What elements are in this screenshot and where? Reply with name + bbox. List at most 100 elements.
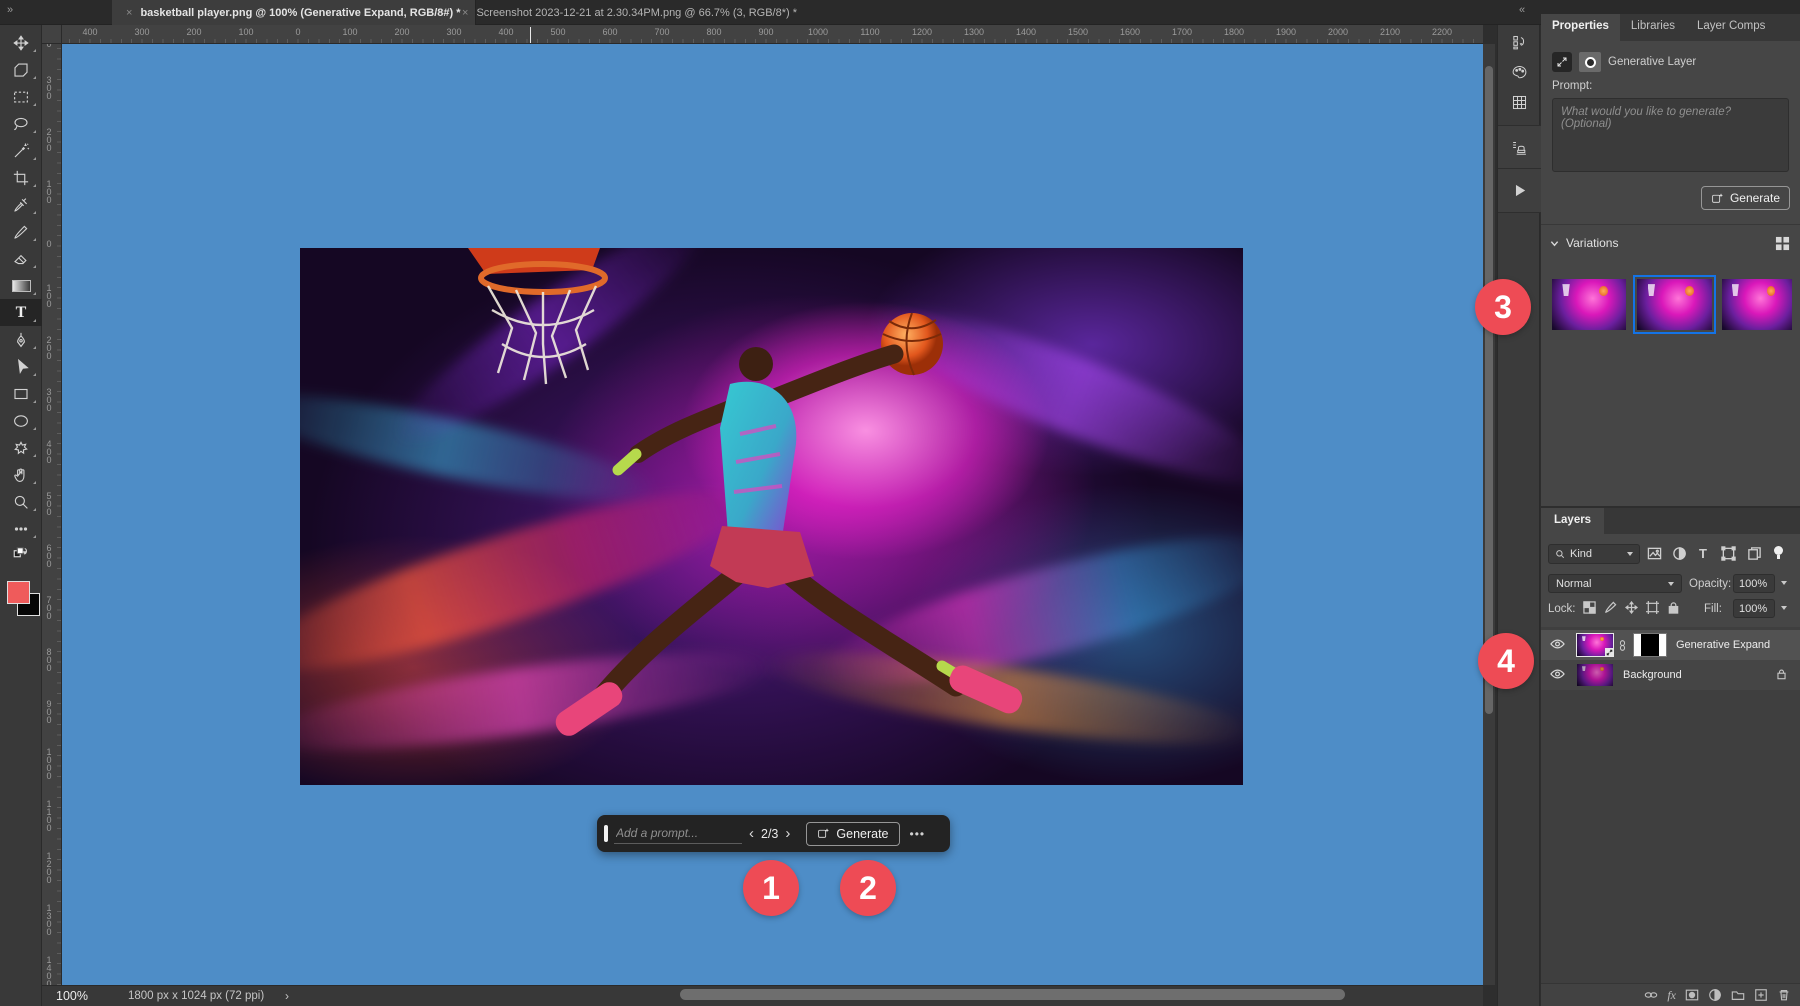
horizontal-scrollbar-thumb[interactable] [680,989,1345,1000]
layer-name[interactable]: Background [1623,669,1682,681]
marquee-select-tool[interactable] [0,83,42,110]
layer-row-background[interactable]: Background [1541,660,1800,690]
fill-label: Fill: [1704,603,1722,615]
opacity-chevron-icon[interactable] [1781,581,1787,585]
new-group-icon[interactable] [1731,988,1745,1002]
next-variation-icon[interactable]: › [778,825,797,842]
document-tab-bar: » × basketball player.png @ 100% (Genera… [0,0,1800,25]
tab-properties[interactable]: Properties [1541,14,1620,41]
new-layer-icon[interactable] [1754,988,1768,1002]
lasso-tool[interactable] [0,110,42,137]
pen-tool[interactable] [0,326,42,353]
ruler-label: 600 [584,25,636,37]
status-expand-icon[interactable]: › [285,989,289,1003]
ruler-label: 300 [42,373,56,425]
ruler-vertical: 4003002001000100200300400500600700800900… [42,44,62,985]
layer-row-generative-expand[interactable]: Generative Expand [1541,630,1800,660]
prompt-textarea[interactable] [1552,98,1789,172]
generate-button-properties[interactable]: Generate [1701,186,1790,210]
type-tool[interactable]: T [0,299,42,326]
layer-thumbnail[interactable] [1577,634,1613,656]
filter-smart-objects-icon[interactable] [1747,546,1762,564]
tab-layers[interactable]: Layers [1541,508,1604,534]
patterns-panel-icon[interactable] [1498,87,1541,117]
document-image[interactable] [300,248,1243,785]
variation-thumbnail-2-selected[interactable] [1637,279,1712,330]
move-tool[interactable] [0,29,42,56]
foreground-color-swatch[interactable] [7,581,30,604]
eyedropper-tool[interactable] [0,191,42,218]
layer-lock-icon [1776,668,1787,683]
prompt-input[interactable] [614,824,742,844]
lock-pixels-icon[interactable] [1604,601,1617,617]
layer-effects-icon[interactable]: fx [1667,988,1676,1003]
previous-variation-icon[interactable]: ‹ [742,825,761,842]
filter-shape-layers-icon[interactable] [1721,546,1736,564]
add-layer-mask-icon[interactable] [1685,988,1699,1002]
close-tab-icon[interactable]: × [126,7,132,19]
crop-tool[interactable] [0,164,42,191]
filter-toggle-icon[interactable] [1774,546,1783,558]
fill-field[interactable]: 100% [1733,599,1775,618]
filter-adjustment-layers-icon[interactable] [1672,546,1687,564]
lock-artboard-icon[interactable] [1646,601,1659,617]
actions-panel-icon[interactable] [1498,169,1541,213]
zoom-tool[interactable] [0,488,42,515]
variations-section-header[interactable]: Variations [1550,236,1618,250]
clone-source-panel-icon[interactable] [1498,125,1541,169]
blend-mode-select[interactable]: Normal [1548,574,1682,593]
document-tab-screenshot[interactable]: × Screenshot 2023-12-21 at 2.30.34PM.png… [448,0,811,25]
layer-thumbnail[interactable] [1577,664,1613,686]
fill-chevron-icon[interactable] [1781,606,1787,610]
variations-grid-view-icon[interactable] [1775,236,1790,254]
ruler-label: 200 [42,113,56,165]
color-panel-icon[interactable] [1498,57,1541,87]
document-tab-basketball[interactable]: × basketball player.png @ 100% (Generati… [112,0,476,25]
opacity-field[interactable]: 100% [1733,574,1775,593]
collapse-right-panels-icon[interactable]: « [1519,4,1525,16]
eraser-tool[interactable] [0,245,42,272]
brush-tool[interactable] [0,218,42,245]
lock-transparency-icon[interactable] [1583,601,1596,617]
lock-all-icon[interactable] [1667,601,1680,617]
hand-tool[interactable] [0,461,42,488]
tab-libraries[interactable]: Libraries [1620,14,1686,41]
vertical-scrollbar-thumb[interactable] [1485,66,1493,714]
lock-position-icon[interactable] [1625,601,1638,617]
path-selection-tool[interactable] [0,353,42,380]
generate-button[interactable]: Generate [806,822,899,846]
rectangle-tool[interactable] [0,380,42,407]
basketball-player-artwork [300,248,1243,785]
variation-thumbnail-3[interactable] [1722,279,1792,330]
more-options-icon[interactable]: ••• [900,827,936,841]
layer-mask-thumbnail[interactable] [1634,634,1666,656]
quick-selection-tool[interactable] [0,137,42,164]
custom-shape-tool[interactable] [0,434,42,461]
vertical-scrollbar[interactable] [1483,44,1495,985]
collapse-left-panel-icon[interactable]: » [7,4,13,16]
close-tab-icon[interactable]: × [462,7,468,19]
swap-colors-icon[interactable] [0,542,42,564]
zoom-level-field[interactable]: 100% [56,989,88,1003]
ruler-label: 900 [740,25,792,37]
filter-type-layers-icon[interactable]: T [1699,546,1707,561]
delete-layer-icon[interactable] [1777,988,1791,1002]
gradient-tool[interactable] [0,272,42,299]
ruler-label: 200 [168,25,220,37]
layer-mask-link-icon[interactable] [1617,640,1628,651]
layer-filter-kind-select[interactable]: Kind [1548,544,1640,564]
taskbar-drag-handle[interactable] [604,825,608,842]
layer-visibility-eye-icon[interactable] [1550,639,1565,652]
ruler-label: 0 [42,217,56,269]
filter-pixel-layers-icon[interactable] [1647,546,1662,564]
history-panel-icon[interactable] [1498,27,1541,57]
link-layers-icon[interactable] [1644,988,1658,1002]
edit-toolbar-icon[interactable] [0,515,42,542]
artboard-tool[interactable] [0,56,42,83]
layer-name[interactable]: Generative Expand [1676,639,1770,651]
ellipse-tool[interactable] [0,407,42,434]
layer-visibility-eye-icon[interactable] [1550,669,1565,682]
tab-layer-comps[interactable]: Layer Comps [1686,14,1776,41]
variation-thumbnail-1[interactable] [1552,279,1626,330]
adjustment-layer-icon[interactable] [1708,988,1722,1002]
